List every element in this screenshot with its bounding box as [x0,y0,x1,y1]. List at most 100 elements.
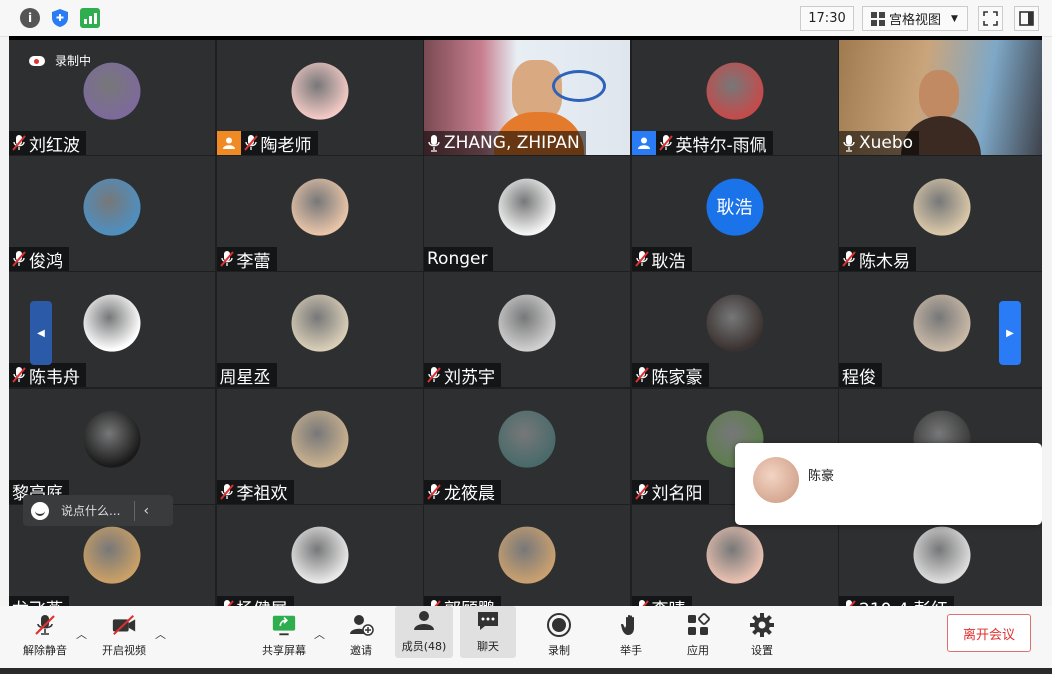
mic-muted-icon [634,483,649,501]
prev-page-button[interactable]: ◀ [30,301,52,365]
settings-button[interactable]: 设置 [743,606,781,658]
view-mode-label: 宫格视图 [889,13,942,28]
mic-muted-icon [12,250,26,268]
hand-icon [618,612,644,638]
participant-name: 杨健展 [237,595,288,606]
participant-nametag: 陶老师 [216,131,318,155]
participant-name: 210-4 彭红 [859,595,948,606]
meeting-toolbar: 解除静音 ︿ 开启视频 ︿ 共享屏幕 ︿ 邀请 成员(48) 聊天 录制 举手 … [0,606,1052,668]
avatar [706,294,763,352]
quick-chat-input[interactable]: 说点什么... ‹ [23,495,173,526]
participant-tile[interactable]: 陈木易 [839,156,1042,272]
participant-tile[interactable]: 黎亮庭 [9,388,215,504]
participant-tile[interactable]: Ronger [424,156,630,272]
mic-muted-icon [219,250,234,268]
invite-button[interactable]: 邀请 [342,606,380,658]
participant-nametag: 李祖欢 [216,479,294,504]
info-icon[interactable]: i [20,8,40,28]
participant-tile[interactable]: 龙筱晨 [424,388,630,504]
audio-options-chevron-icon[interactable]: ︿ [76,626,87,642]
participant-tile[interactable]: 刘苏宇 [424,272,630,388]
signal-icon[interactable] [80,8,100,28]
avatar [291,410,348,468]
recording-label: 录制中 [55,54,92,68]
participant-tile[interactable]: 李蕾 [216,156,423,272]
mic-icon [842,134,856,152]
participant-tile[interactable]: 陈家豪 [631,272,838,388]
unmute-button[interactable]: 解除静音 [20,606,70,658]
chat-label: 聊天 [477,640,499,653]
participant-name: 李蕾 [236,251,271,272]
share-options-chevron-icon[interactable]: ︿ [314,626,325,642]
fullscreen-button[interactable] [978,6,1003,31]
participant-tile[interactable]: 俊鸿 [9,156,215,272]
raise-hand-label: 举手 [620,644,642,657]
video-grid: 210-4 彭红李晴郭顾鹏杨健展龙飞燕邓铁林刘名阳龙筱晨李祖欢黎亮庭程俊陈家豪刘… [9,36,1042,606]
participant-nametag: ZHANG, ZHIPAN [424,131,586,155]
avatar [913,526,971,584]
emoji-icon[interactable] [31,501,49,520]
camera-off-icon [111,612,137,638]
chevron-left-icon: ◀ [37,327,45,339]
collapse-chevron-icon[interactable]: ‹ [143,503,149,519]
participant-name: 俊鸿 [29,251,63,272]
avatar [291,178,348,236]
participant-name: 龙筱晨 [444,484,495,504]
participant-nametag: 杨健展 [216,595,294,606]
participant-tile[interactable]: 杨健展 [216,504,423,606]
participant-name: 程俊 [842,367,876,388]
avatar [83,62,141,120]
participant-nametag: 刘名阳 [631,479,709,504]
grid-icon [871,11,885,26]
participant-nametag: 俊鸿 [9,247,69,272]
raise-hand-button[interactable]: 举手 [612,606,650,658]
avatar: 耿浩 [706,178,763,236]
mic-muted-icon [12,134,26,152]
participant-popup[interactable]: 陈豪 [735,443,1042,525]
video-options-chevron-icon[interactable]: ︿ [155,626,166,642]
mic-muted-icon [427,483,441,501]
participant-name: 英特尔-雨佩 [675,135,767,156]
participant-nametag: 龙筱晨 [424,479,501,504]
next-page-button[interactable]: ▶ [999,301,1021,365]
participant-name: 刘红波 [29,135,80,156]
members-button[interactable]: 成员(48) [395,606,453,658]
sidebar-toggle-button[interactable] [1014,6,1039,31]
add-user-icon [348,612,374,638]
cloud-record-icon [29,55,45,66]
participant-tile[interactable]: 李祖欢 [216,388,423,504]
mic-muted-icon [842,599,856,606]
mic-muted-icon [427,599,441,606]
apps-icon [685,612,711,638]
participant-name: 李晴 [652,595,686,606]
record-button[interactable]: 录制 [540,606,578,658]
leave-meeting-button[interactable]: 离开会议 [947,614,1031,652]
participant-nametag: 李蕾 [216,247,277,272]
bottom-strip [0,668,1052,674]
participant-name: 龙飞燕 [12,595,63,606]
mic-muted-icon [220,599,234,606]
start-video-label: 开启视频 [102,644,146,657]
participant-nametag: 周星丞 [216,363,277,388]
mic-muted-icon [219,483,234,501]
shield-icon[interactable] [50,8,70,28]
participant-tile[interactable]: ZHANG, ZHIPAN [424,40,630,155]
participant-tile[interactable]: 英特尔-雨佩 [631,40,838,156]
participant-name: Xuebo [859,133,914,153]
start-video-button[interactable]: 开启视频 [98,606,150,658]
participant-tile[interactable]: 周星丞 [216,272,423,388]
participant-tile[interactable]: 郭顾鹏 [424,504,630,606]
view-mode-select[interactable]: 宫格视图 ▼ [862,6,968,31]
share-screen-label: 共享屏幕 [262,644,306,657]
avatar-initials: 耿浩 [716,197,753,219]
apps-button[interactable]: 应用 [679,606,717,658]
participant-tile[interactable]: 耿浩 耿浩 [631,156,838,272]
avatar [913,294,971,352]
participant-tile[interactable]: 陶老师 [216,40,423,155]
participant-tile[interactable]: Xuebo [839,40,1042,155]
record-label: 录制 [548,644,570,657]
recording-indicator: 录制中 [29,52,91,69]
cohost-badge-icon [631,131,656,155]
chat-button[interactable]: 聊天 [460,606,516,658]
share-screen-button[interactable]: 共享屏幕 [258,606,310,658]
